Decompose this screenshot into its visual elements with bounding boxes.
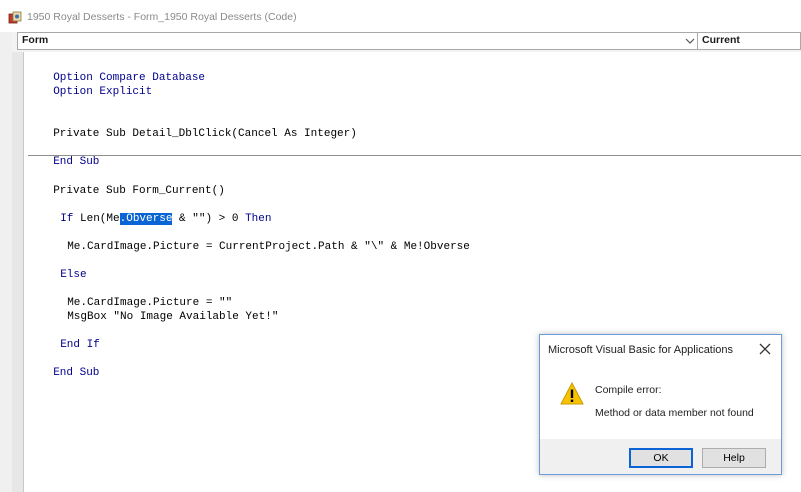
procedure-dropdown-value: Current xyxy=(702,34,740,46)
code-text: Else xyxy=(60,269,87,281)
code-text: End Sub xyxy=(53,156,100,168)
code-text: End Sub xyxy=(53,367,100,379)
dialog-message-detail: Method or data member not found xyxy=(595,407,754,419)
ok-button[interactable]: OK xyxy=(629,448,693,468)
compile-error-dialog: Microsoft Visual Basic for Applications … xyxy=(539,334,782,475)
access-app-icon xyxy=(8,11,22,24)
warning-icon xyxy=(560,382,584,405)
object-dropdown[interactable]: Form xyxy=(17,32,704,50)
code-text: Private Sub Form_Current() xyxy=(53,185,225,197)
procedure-bar: Form Current xyxy=(12,32,801,52)
code-text: Me.CardImage.Picture = CurrentProject.Pa… xyxy=(67,241,470,253)
dialog-footer: OK Help xyxy=(540,439,781,474)
code-line[interactable]: Private Sub Form_Current() xyxy=(40,170,225,198)
close-icon[interactable] xyxy=(759,343,771,355)
code-line-with-selection[interactable]: If Len(Me.Obverse & "") > 0 Then xyxy=(47,198,271,226)
code-line[interactable]: End If xyxy=(47,324,100,352)
window-title-bar: 1950 Royal Desserts - Form_1950 Royal De… xyxy=(0,0,801,32)
keyword: Then xyxy=(245,213,272,225)
dialog-title-bar: Microsoft Visual Basic for Applications xyxy=(540,335,781,365)
selected-text: .Obverse xyxy=(119,213,173,225)
keyword: If xyxy=(60,213,74,225)
help-button[interactable]: Help xyxy=(702,448,766,468)
code-text: Private Sub Detail_DblClick(Cancel As In… xyxy=(53,128,357,140)
code-text: MsgBox "No Image Available Yet!" xyxy=(67,311,279,323)
code-line[interactable]: Else xyxy=(47,254,87,282)
dialog-message-heading: Compile error: xyxy=(595,384,662,396)
procedure-dropdown[interactable]: Current xyxy=(697,32,801,50)
window-left-edge xyxy=(0,32,12,492)
chevron-down-icon[interactable] xyxy=(685,37,695,45)
code-line[interactable]: MsgBox "No Image Available Yet!" xyxy=(54,296,278,324)
code-text: End If xyxy=(60,339,100,351)
procedure-separator xyxy=(28,155,801,156)
code-line[interactable]: End Sub xyxy=(40,352,99,380)
code-line[interactable]: Option Explicit xyxy=(40,71,152,99)
code-line[interactable]: Private Sub Detail_DblClick(Cancel As In… xyxy=(40,113,357,141)
object-dropdown-value: Form xyxy=(22,34,49,46)
code-line[interactable]: Me.CardImage.Picture = CurrentProject.Pa… xyxy=(54,226,470,254)
window-title: 1950 Royal Desserts - Form_1950 Royal De… xyxy=(27,11,297,23)
code-text-after-selection: & "") > 0 Then xyxy=(172,213,272,225)
code-margin-indicator-bar xyxy=(12,52,24,492)
code-text: Option Explicit xyxy=(53,86,153,98)
dialog-body: Compile error: Method or data member not… xyxy=(540,365,781,439)
dialog-title: Microsoft Visual Basic for Applications xyxy=(548,344,734,356)
code-text-before-selection: If Len(Me xyxy=(60,213,120,225)
